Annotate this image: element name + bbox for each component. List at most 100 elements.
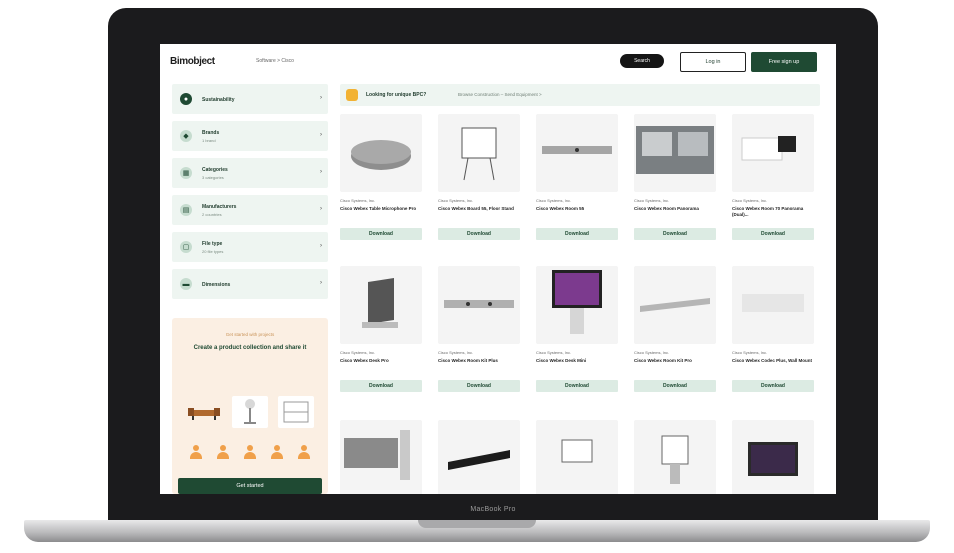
product-thumbnail[interactable]	[340, 114, 422, 192]
sidebar-item-label: Sustainability	[202, 97, 235, 103]
search-button[interactable]: Search	[620, 54, 664, 68]
person-icon	[216, 445, 229, 459]
product-thumbnail[interactable]	[536, 266, 618, 344]
promo-eyebrow: Get started with projects	[225, 332, 275, 337]
product-thumbnail[interactable]	[438, 114, 520, 192]
download-button[interactable]: Download	[732, 228, 814, 240]
sidebar-item-manufacturers[interactable]: ▤ Manufacturers 2 countries ›	[172, 195, 328, 225]
chevron-right-icon: ›	[320, 95, 322, 101]
product-name[interactable]: Cisco Webex Room 55	[536, 206, 618, 212]
sidebar-item-sub: 3 categories	[202, 175, 224, 180]
laptop-mockup: MacBook Pro Bimobject Software > Cisco S…	[0, 0, 954, 553]
download-button[interactable]: Download	[536, 228, 618, 240]
sidebar-item-dimensions[interactable]: ▬ Dimensions ›	[172, 269, 328, 299]
product-name[interactable]: Cisco Webex Room Kit Pro	[634, 358, 716, 364]
sidebar-item-sub: 20 file types	[202, 249, 224, 254]
breadcrumb[interactable]: Software > Cisco	[256, 58, 294, 64]
product-card[interactable]: Cisco Systems, Inc. Cisco Webex Codec Pl…	[732, 266, 814, 406]
product-thumbnail[interactable]	[634, 420, 716, 494]
product-card[interactable]: Cisco Systems, Inc. Cisco Webex Room Kit…	[438, 266, 520, 406]
product-thumbnail[interactable]	[340, 420, 422, 494]
file-icon: ▢	[180, 241, 192, 253]
download-button[interactable]: Download	[634, 380, 716, 392]
product-card[interactable]: Cisco Systems, Inc. Cisco Webex Room Pan…	[634, 114, 716, 254]
download-button[interactable]: Download	[438, 380, 520, 392]
product-card[interactable]: Cisco Systems, Inc. Cisco Webex Desk Min…	[536, 266, 618, 406]
product-thumbnail[interactable]	[732, 420, 814, 494]
info-banner[interactable]: Looking for unique BPC? Browse Construct…	[340, 84, 820, 106]
promo-headline: Create a product collection and share it	[193, 345, 307, 351]
sidebar-item-sub: 2 countries	[202, 212, 222, 217]
sidebar-item-label: File type	[202, 241, 223, 247]
product-card[interactable]: Cisco Systems, Inc. Cisco Webex Room 70 …	[732, 114, 814, 254]
product-name[interactable]: Cisco Webex Room 70 Panorama (Dual)...	[732, 206, 814, 218]
sidebar-item-label: Dimensions	[202, 282, 231, 288]
product-name[interactable]: Cisco Webex Codec Plus, Wall Mount	[732, 358, 814, 364]
product-thumbnail[interactable]	[634, 266, 716, 344]
product-card[interactable]: Cisco Systems, Inc. Cisco Webex Desk Pro…	[340, 266, 422, 406]
product-thumbnail[interactable]	[732, 266, 814, 344]
download-button[interactable]: Download	[634, 228, 716, 240]
sofa-illustration	[186, 396, 222, 428]
bell-icon	[346, 89, 358, 101]
chevron-right-icon: ›	[320, 243, 322, 249]
tag-icon: ◆	[180, 130, 192, 142]
product-name[interactable]: Cisco Webex Room Panorama	[634, 206, 716, 212]
banner-title: Looking for unique BPC?	[366, 92, 427, 98]
product-thumbnail[interactable]	[438, 420, 520, 494]
product-card[interactable]: Cisco Systems, Inc. Cisco Webex Room Kit…	[634, 266, 716, 406]
product-thumbnail[interactable]	[634, 114, 716, 192]
product-thumbnail[interactable]	[536, 420, 618, 494]
download-button[interactable]: Download	[340, 380, 422, 392]
person-icon	[243, 445, 256, 459]
chevron-right-icon: ›	[320, 132, 322, 138]
product-card[interactable]	[438, 420, 520, 494]
sidebar-item-sustainability[interactable]: ● Sustainability ›	[172, 84, 328, 114]
sidebar-item-file-type[interactable]: ▢ File type 20 file types ›	[172, 232, 328, 262]
product-name[interactable]: Cisco Webex Desk Mini	[536, 358, 618, 364]
chevron-right-icon: ›	[320, 206, 322, 212]
lamp-illustration	[232, 396, 268, 428]
collaborators-row	[182, 442, 318, 462]
product-name[interactable]: Cisco Webex Desk Pro	[340, 358, 422, 364]
product-brand: Cisco Systems, Inc.	[340, 198, 376, 203]
login-button[interactable]: Log in	[680, 52, 746, 72]
sidebar-item-categories[interactable]: ▦ Categories 3 categories ›	[172, 158, 328, 188]
site-header: Bimobject Software > Cisco Search Log in…	[160, 44, 836, 80]
download-button[interactable]: Download	[438, 228, 520, 240]
product-thumbnail[interactable]	[438, 266, 520, 344]
product-card[interactable]: Cisco Systems, Inc. Cisco Webex Table Mi…	[340, 114, 422, 254]
product-thumbnail[interactable]	[732, 114, 814, 192]
chevron-right-icon: ›	[320, 169, 322, 175]
product-card[interactable]: Cisco Systems, Inc. Cisco Webex Board 55…	[438, 114, 520, 254]
product-brand: Cisco Systems, Inc.	[732, 198, 768, 203]
leaf-icon: ●	[180, 93, 192, 105]
product-name[interactable]: Cisco Webex Room Kit Plus	[438, 358, 520, 364]
device-label: MacBook Pro	[470, 506, 516, 513]
product-brand: Cisco Systems, Inc.	[438, 350, 474, 355]
signup-button[interactable]: Free sign up	[751, 52, 817, 72]
promo-card: Get started with projects Create a produ…	[172, 318, 328, 494]
chevron-right-icon: ›	[320, 280, 322, 286]
product-thumbnail[interactable]	[340, 266, 422, 344]
shelf-illustration	[278, 396, 314, 428]
product-card[interactable]: Cisco Systems, Inc. Cisco Webex Room 55 …	[536, 114, 618, 254]
site-logo[interactable]: Bimobject	[170, 56, 215, 67]
product-brand: Cisco Systems, Inc.	[340, 350, 376, 355]
download-button[interactable]: Download	[536, 380, 618, 392]
product-card[interactable]	[536, 420, 618, 494]
product-name[interactable]: Cisco Webex Board 55, Floor Stand	[438, 206, 520, 212]
get-started-button[interactable]: Get started	[178, 478, 322, 494]
product-card[interactable]	[634, 420, 716, 494]
sidebar-item-sub: 1 brand	[202, 138, 216, 143]
product-name[interactable]: Cisco Webex Table Microphone Pro	[340, 206, 422, 212]
product-brand: Cisco Systems, Inc.	[438, 198, 474, 203]
sidebar-item-brands[interactable]: ◆ Brands 1 brand ›	[172, 121, 328, 151]
download-button[interactable]: Download	[340, 228, 422, 240]
download-button[interactable]: Download	[732, 380, 814, 392]
product-card[interactable]	[340, 420, 422, 494]
product-brand: Cisco Systems, Inc.	[536, 198, 572, 203]
product-thumbnail[interactable]	[536, 114, 618, 192]
banner-link[interactable]: Browse Construction – Send Equipment >	[458, 92, 542, 97]
product-card[interactable]	[732, 420, 814, 494]
